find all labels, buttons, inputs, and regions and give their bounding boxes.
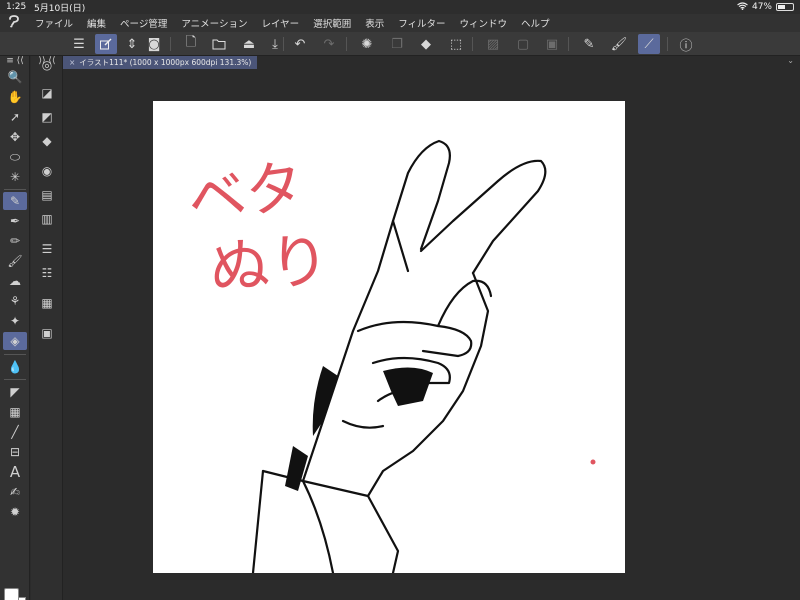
invert-selection-icon[interactable]: ▢ — [512, 34, 534, 54]
material-icon[interactable]: ▦ — [36, 294, 58, 312]
tool-palette: ≡ ⟨⟨ 🔍 ✋ ➚ ✥ ⬭ ✳ ✎ ✒ ✏ 🖌 ☁ ⚘ ✦ ◈ 💧 ◤ ▦ ╱… — [0, 56, 30, 600]
status-bar: 1:25 5月10日(日) 47% — [0, 0, 800, 14]
deselect-icon[interactable]: ▨ — [482, 34, 504, 54]
chevron-updown-icon[interactable]: ⇕ — [121, 34, 143, 54]
decoration-icon[interactable]: ⚘ — [3, 292, 27, 310]
menu-window[interactable]: ウィンドウ — [453, 16, 515, 30]
artwork: ベタ ぬり — [183, 139, 596, 573]
menu-animation[interactable]: アニメーション — [174, 16, 254, 30]
artwork-text-beta: ベタ — [183, 151, 307, 234]
gradient-icon[interactable]: ▦ — [3, 403, 27, 421]
undo-icon[interactable]: ↶ — [289, 34, 311, 54]
navigator-icon[interactable]: ◎ — [36, 56, 58, 74]
zoom-icon[interactable]: 🔍 — [3, 68, 27, 86]
transform-icon[interactable]: ⬚ — [445, 34, 467, 54]
color-wheel-icon[interactable]: ▥ — [36, 210, 58, 228]
layer-icon[interactable]: ☰ — [36, 240, 58, 258]
document-tab[interactable]: × イラスト111* (1000 x 1000px 600dpi 131.3%) — [63, 56, 258, 69]
line-icon[interactable]: ╱ — [3, 423, 27, 441]
airbrush-icon[interactable]: ☁ — [3, 272, 27, 290]
magic-wand-icon[interactable]: ✳ — [3, 168, 27, 186]
eraser-hard-icon[interactable]: ◪ — [36, 84, 58, 102]
menu-edit[interactable]: 編集 — [80, 16, 113, 30]
eraser-vector-icon[interactable]: ◆ — [36, 132, 58, 150]
menu-page[interactable]: ページ管理 — [113, 16, 174, 30]
object-select-icon[interactable]: ➚ — [3, 108, 27, 126]
ruler-icon[interactable]: ✹ — [3, 503, 27, 521]
new-file-icon[interactable]: 🗋 — [180, 34, 202, 54]
chevron-down-icon[interactable]: ⌄ — [787, 56, 794, 65]
menu-filter[interactable]: フィルター — [391, 16, 452, 30]
document-tab-label: イラスト111* (1000 x 1000px 600dpi 131.3%) — [79, 58, 252, 67]
sparkle-icon[interactable]: ✦ — [3, 312, 27, 330]
redo-icon[interactable]: ↷ — [318, 34, 340, 54]
status-date: 5月10日(日) — [34, 3, 86, 14]
brush-adjust-icon[interactable]: 🖌 — [608, 34, 630, 54]
sub-tool-palette: ⟩⟩ ⟨⟨ ◎ ◪ ◩ ◆ ◉ ▤ ▥ ☰ ☷ ▦ ▣ — [31, 56, 63, 600]
eyedropper-icon[interactable]: ✎ — [3, 192, 27, 210]
hamburger-menu-icon[interactable]: ☰ — [68, 34, 90, 54]
tool-property-icon[interactable]: ◉ — [36, 162, 58, 180]
pen-adjust-icon[interactable]: ✎ — [578, 34, 600, 54]
battery-percent: 47% — [751, 2, 772, 12]
menu-view[interactable]: 表示 — [358, 16, 391, 30]
help-icon[interactable]: ⓘ — [675, 34, 697, 54]
balloon-icon[interactable]: ✍ — [3, 483, 27, 501]
fill-icon[interactable]: ◤ — [3, 383, 27, 401]
eraser-rough-icon[interactable]: ◩ — [36, 108, 58, 126]
canvas-area: × イラスト111* (1000 x 1000px 600dpi 131.3%)… — [63, 56, 800, 600]
pencil-icon[interactable]: ✏ — [3, 232, 27, 250]
close-icon[interactable]: × — [69, 58, 75, 67]
save-icon[interactable]: ⏏ — [238, 34, 260, 54]
hand-icon[interactable]: ✋ — [3, 88, 27, 106]
command-bar: ☰ ⇕ ◙ 🗋 ⏏ ⤓ ↶ ↷ ✺ ❐ ◆ ⬚ ▨ ▢ ▣ ✎ 🖌 ⟋ ⓘ — [0, 32, 800, 56]
wifi-icon — [737, 1, 748, 13]
stabilizer-icon[interactable]: ⟋ — [638, 34, 660, 54]
menu-layer[interactable]: レイヤー — [254, 16, 306, 30]
brush-size-icon[interactable]: ▤ — [36, 186, 58, 204]
frame-icon[interactable]: ⊟ — [3, 443, 27, 461]
loading-icon[interactable]: ✺ — [356, 34, 378, 54]
app-logo-icon[interactable] — [0, 14, 28, 32]
open-folder-icon[interactable] — [208, 34, 230, 54]
artwork-text-nuri: ぬり — [207, 226, 332, 304]
layer-property-icon[interactable]: ☷ — [36, 264, 58, 282]
pen-icon[interactable]: ✒ — [3, 212, 27, 230]
copy-layer-icon[interactable]: ❐ — [386, 34, 408, 54]
lasso-icon[interactable]: ⬭ — [3, 148, 27, 166]
status-time: 1:25 — [6, 2, 27, 12]
select-all-icon[interactable]: ▣ — [541, 34, 563, 54]
edit-mode-icon[interactable] — [95, 34, 117, 54]
companion-mode-icon[interactable]: ◙ — [143, 34, 165, 54]
menu-file[interactable]: ファイル — [28, 16, 80, 30]
menu-bar: ファイル 編集 ページ管理 アニメーション レイヤー 選択範囲 表示 フィルター… — [0, 14, 800, 32]
history-icon[interactable]: ▣ — [36, 324, 58, 342]
text-icon[interactable]: A — [3, 463, 27, 481]
fill-bucket-icon[interactable]: ◆ — [415, 34, 437, 54]
blend-icon[interactable]: 💧 — [3, 358, 27, 376]
move-icon[interactable]: ✥ — [3, 128, 27, 146]
menu-selection[interactable]: 選択範囲 — [306, 16, 358, 30]
canvas[interactable]: ベタ ぬり — [153, 101, 625, 573]
menu-help[interactable]: ヘルプ — [514, 16, 557, 30]
eraser-icon[interactable]: ◈ — [3, 332, 27, 350]
main-color-swatch[interactable] — [4, 588, 19, 600]
battery-icon — [776, 3, 794, 11]
brush-icon[interactable]: 🖌 — [3, 252, 27, 270]
